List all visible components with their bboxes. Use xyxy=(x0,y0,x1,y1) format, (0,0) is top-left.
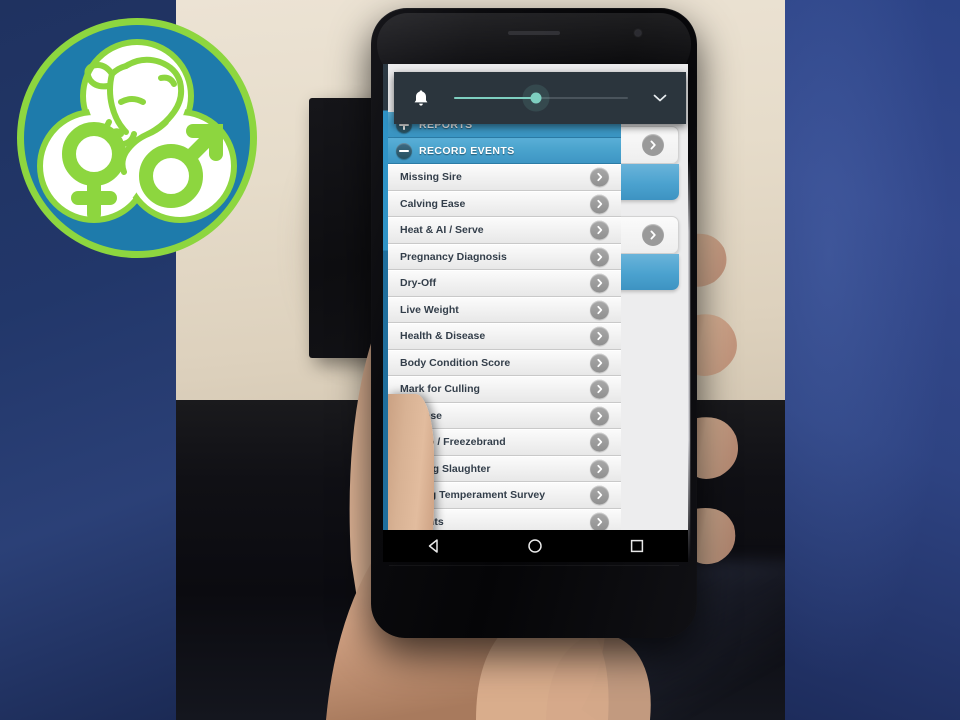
phone-screen: REPORTS RECORD EVENTS Missing Sire Calvin… xyxy=(383,64,688,530)
menu-item-label: Health & Disease xyxy=(400,330,486,343)
slider-thumb[interactable] xyxy=(530,92,542,104)
chevron-right-icon[interactable] xyxy=(590,432,609,452)
chevron-right-icon xyxy=(642,134,664,156)
volume-slider[interactable] xyxy=(454,87,628,109)
chevron-right-icon[interactable] xyxy=(590,273,609,293)
screenshot-stage: REPORTS RECORD EVENTS Missing Sire Calvin… xyxy=(0,0,960,720)
chevron-right-icon[interactable] xyxy=(590,485,609,505)
recents-square-icon[interactable] xyxy=(617,530,657,562)
record-events-menu: REPORTS RECORD EVENTS Missing Sire Calvin… xyxy=(388,64,621,530)
menu-item-label: Heat & AI / Serve xyxy=(400,224,484,237)
menu-item-label: Calving Ease xyxy=(400,197,466,210)
menu-item[interactable]: Dry-Off xyxy=(388,270,621,297)
menu-item-label: Missing Sire xyxy=(400,171,462,184)
brand-logo xyxy=(8,18,266,258)
chevron-right-icon xyxy=(642,224,664,246)
chevron-right-icon[interactable] xyxy=(590,512,609,530)
menu-item-label: Body Condition Score xyxy=(400,356,511,369)
chevron-right-icon[interactable] xyxy=(590,194,609,214)
minus-circle-icon xyxy=(396,142,412,159)
chevron-right-icon[interactable] xyxy=(590,247,609,267)
chevron-right-icon[interactable] xyxy=(590,459,609,479)
section-header-record-events[interactable]: RECORD EVENTS xyxy=(388,138,621,164)
menu-item[interactable]: Live Weight xyxy=(388,296,621,323)
chevron-right-icon[interactable] xyxy=(590,300,609,320)
notification-volume-overlay[interactable] xyxy=(394,72,686,124)
menu-item-label: Dry-Off xyxy=(400,277,437,290)
chevron-right-icon[interactable] xyxy=(590,326,609,346)
menu-item[interactable]: Pregnancy Diagnosis xyxy=(388,243,621,270)
slider-fill xyxy=(454,97,536,99)
chevron-right-icon[interactable] xyxy=(590,167,609,187)
chevron-right-icon[interactable] xyxy=(590,353,609,373)
android-navigation-bar xyxy=(383,530,688,562)
menu-item[interactable]: Calving Ease xyxy=(388,190,621,217)
chevron-right-icon[interactable] xyxy=(590,379,609,399)
thumb-occlusion xyxy=(388,394,434,530)
phone-earpiece xyxy=(508,31,560,35)
menu-item[interactable]: Heat & AI / Serve xyxy=(388,217,621,244)
menu-item-label: Live Weight xyxy=(400,303,459,316)
back-triangle-icon[interactable] xyxy=(414,530,454,562)
chevron-down-icon[interactable] xyxy=(650,93,670,103)
phone-front-camera xyxy=(635,30,641,36)
menu-item-label: Pregnancy Diagnosis xyxy=(400,250,507,263)
menu-item[interactable]: Missing Sire xyxy=(388,164,621,191)
home-circle-icon[interactable] xyxy=(515,530,555,562)
phone-chin-line xyxy=(389,565,679,566)
chevron-right-icon[interactable] xyxy=(590,220,609,240)
menu-item[interactable]: Health & Disease xyxy=(388,323,621,350)
menu-item[interactable]: Body Condition Score xyxy=(388,349,621,376)
chevron-right-icon[interactable] xyxy=(590,406,609,426)
backdrop-panel-right xyxy=(785,0,960,720)
bell-icon xyxy=(410,89,432,107)
cattle-breeding-logo-icon xyxy=(17,18,257,258)
section-title: RECORD EVENTS xyxy=(419,144,515,157)
